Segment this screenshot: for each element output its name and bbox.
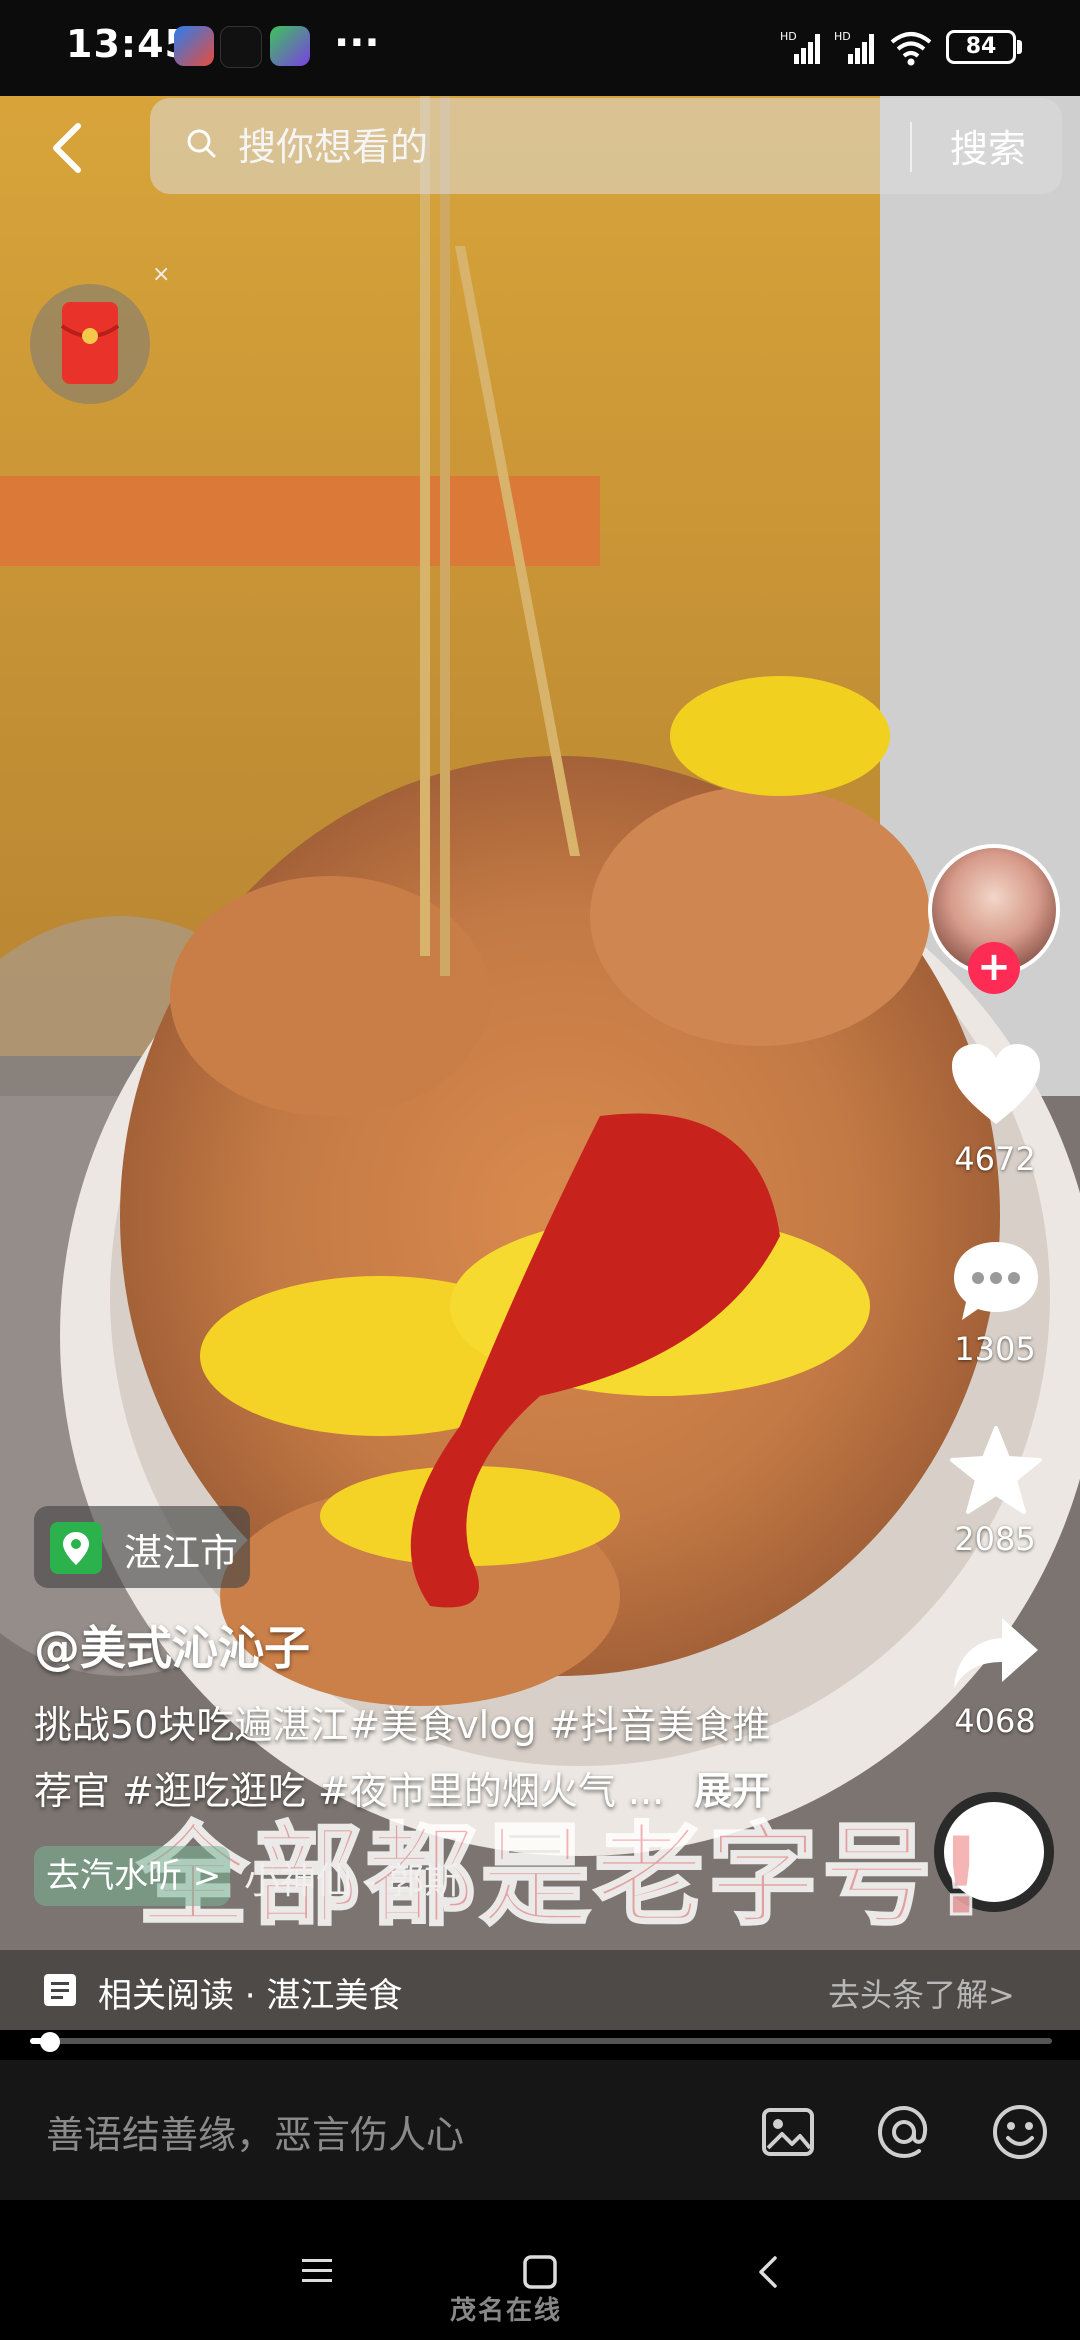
wifi-icon <box>890 32 932 66</box>
author-name[interactable]: @美式沁沁子 <box>34 1612 310 1678</box>
red-packet-close-icon[interactable]: × <box>152 262 170 287</box>
mention-icon[interactable] <box>874 2102 934 2162</box>
favorite-count: 2085 <box>954 1520 1036 1558</box>
search-divider <box>910 122 912 172</box>
app-icon-1 <box>174 26 214 66</box>
watermark: 茂名在线 <box>450 2296 563 2326</box>
related-reading-label: 相关阅读 · 湛江美食 <box>98 1976 403 2016</box>
search-icon <box>187 129 216 158</box>
comment-icon[interactable] <box>950 1238 1042 1324</box>
description-line-1: 挑战50块吃遍湛江#美食vlog #抖音美食推 <box>34 1703 771 1747</box>
article-icon <box>44 1974 76 2006</box>
follow-button[interactable]: + <box>968 942 1020 994</box>
like-icon[interactable] <box>948 1040 1044 1130</box>
search-bar[interactable]: 搜你想看的 搜索 <box>150 98 1062 194</box>
back-nav-icon[interactable] <box>756 2254 780 2290</box>
iqiyi-icon <box>270 26 310 66</box>
like-count: 4672 <box>954 1140 1036 1178</box>
listen-in-qishui-button[interactable]: 去汽水听 > <box>34 1846 230 1906</box>
share-icon[interactable] <box>950 1612 1042 1692</box>
related-reading-bar[interactable]: 相关阅读 · 湛江美食 去头条了解> <box>0 1950 1080 2030</box>
red-packet-icon <box>60 302 120 384</box>
comment-count: 1305 <box>954 1330 1036 1368</box>
toutiao-link[interactable]: 去头条了解> <box>828 1970 1015 2016</box>
share-count: 4068 <box>954 1702 1036 1740</box>
battery-indicator: 84 <box>946 30 1016 64</box>
comment-input[interactable]: 善语结善缘，恶言伤人心 <box>46 2104 464 2159</box>
svg-text:HD: HD <box>780 30 797 43</box>
svg-text:HD: HD <box>834 30 851 43</box>
red-packet-button[interactable] <box>30 284 150 404</box>
location-label: 湛江市 <box>124 1531 239 1575</box>
emoji-icon[interactable] <box>990 2102 1050 2162</box>
image-icon[interactable] <box>760 2104 816 2160</box>
battery-tip <box>1017 40 1022 54</box>
video-progress-track[interactable] <box>30 2038 1052 2044</box>
search-input[interactable]: 搜你想看的 <box>238 116 428 171</box>
location-pin-icon <box>50 1522 102 1574</box>
favorite-star-icon[interactable] <box>948 1424 1044 1516</box>
tiktok-icon <box>220 26 262 68</box>
search-button[interactable]: 搜索 <box>950 118 1026 173</box>
back-button[interactable] <box>44 118 94 178</box>
video-progress-handle[interactable] <box>40 2032 61 2052</box>
more-notifications-icon: ··· <box>334 20 380 66</box>
music-title[interactable]: 小神仙 - 郭斯 <box>244 1852 460 1904</box>
home-icon[interactable] <box>522 2254 558 2290</box>
location-chip[interactable]: 湛江市 <box>34 1506 250 1588</box>
status-bar: 13:45 ··· HD HD 84 <box>0 0 1080 96</box>
signal-icon-2: HD <box>834 30 874 64</box>
signal-icon-1: HD <box>780 30 820 64</box>
menu-icon[interactable] <box>300 2256 334 2286</box>
comment-bar: 善语结善缘，恶言伤人心 <box>0 2060 1080 2200</box>
